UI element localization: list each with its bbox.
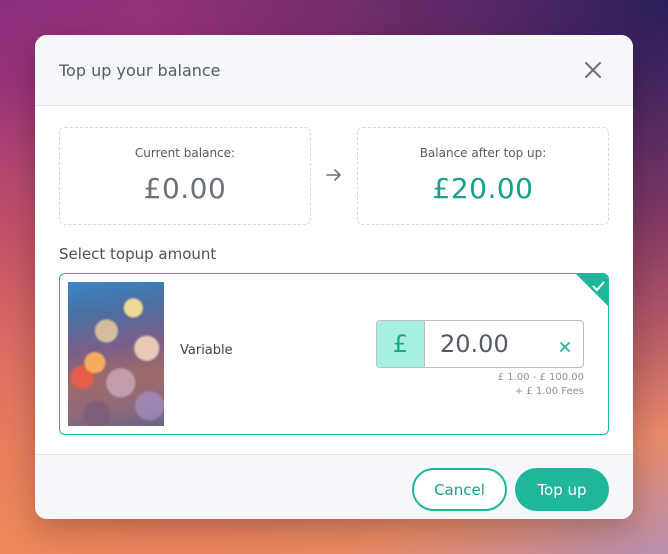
after-balance-box: Balance after top up: £20.00 — [357, 127, 609, 225]
modal-footer: Cancel Top up — [35, 454, 633, 519]
after-balance-label: Balance after top up: — [419, 146, 547, 160]
cancel-button[interactable]: Cancel — [412, 468, 507, 511]
current-balance-label: Current balance: — [134, 146, 236, 160]
option-thumbnail — [68, 282, 164, 426]
fee-text: + £ 1.00 Fees — [514, 386, 584, 397]
currency-prefix: £ — [377, 321, 425, 367]
current-balance-box: Current balance: £0.00 — [59, 127, 311, 225]
select-amount-label: Select topup amount — [59, 245, 217, 263]
amount-input[interactable] — [425, 321, 555, 367]
amount-field: £ — [376, 320, 584, 368]
topup-option-variable[interactable]: Variable £ £ 1.00 - £ 100.00 + £ 1.00 Fe… — [59, 273, 609, 435]
current-balance-amount: £0.00 — [143, 172, 227, 205]
topup-button[interactable]: Top up — [515, 468, 609, 511]
after-balance-amount: £20.00 — [432, 172, 534, 205]
arrow-right-icon — [325, 167, 343, 181]
option-label: Variable — [180, 343, 233, 358]
amount-range: £ 1.00 - £ 100.00 — [497, 372, 584, 383]
topup-modal: Top up your balance Current balance: £0.… — [35, 35, 633, 519]
modal-body: Current balance: £0.00 Balance after top… — [35, 106, 633, 454]
close-icon[interactable] — [583, 60, 603, 80]
clear-icon[interactable] — [559, 338, 571, 352]
modal-title: Top up your balance — [59, 60, 221, 80]
checkmark-icon — [592, 277, 605, 291]
modal-header: Top up your balance — [35, 35, 633, 106]
